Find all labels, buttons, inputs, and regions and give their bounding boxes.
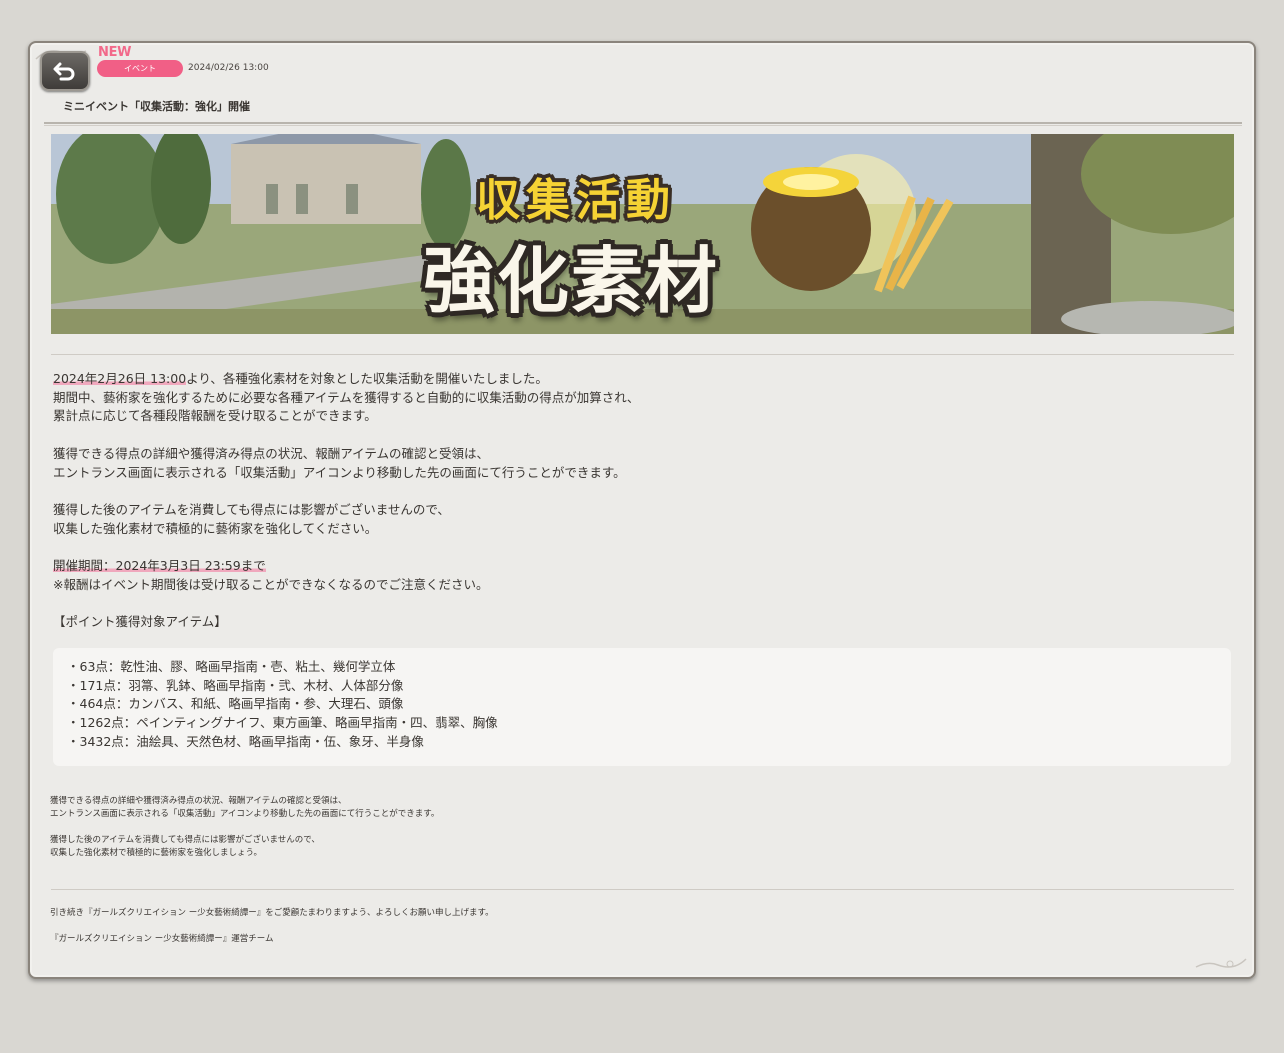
body-text: より、各種強化素材を対象とした収集活動を開催いたしました。 [186,371,548,386]
event-banner: 収集活動 強化素材 [51,134,1234,334]
supplementary-text: 獲得できる得点の詳細や獲得済み得点の状況、報酬アイテムの確認と受領は、 エントラ… [50,795,439,860]
notice-body: 2024年2月26日 13:00より、各種強化素材を対象とした収集活動を開催いた… [53,370,1223,632]
small-text-line: エントランス画面に表示される「収集活動」アイコンより移動した先の画面にて行うこと… [50,809,440,819]
body-text: 獲得できる得点の詳細や獲得済み得点の状況、報酬アイテムの確認と受領は、 [53,445,490,461]
body-text: 収集した強化素材で積極的に藝術家を強化してください。 [53,520,378,536]
body-text: エントランス画面に表示される「収集活動」アイコンより移動した先の画面にて行うこと… [53,464,626,480]
period-note: ※報酬はイベント期間後は受け取ることができなくなるのでご注意ください。 [53,576,489,592]
new-badge: NEW [98,45,132,60]
list-item: ・464点：カンバス、和紙、略画早指南・参、大理石、頭像 [67,696,404,712]
title-divider [44,122,1242,126]
body-text: 期間中、藝術家を強化するために必要な各種アイテムを獲得すると自動的に収集活動の得… [53,389,640,405]
closing-message: 引き続き『ガールズクリエイション ー少女藝術綺譚ー』をご愛顧たまわりますよう、よ… [50,908,494,918]
items-heading: 【ポイント獲得対象アイテム】 [53,614,227,630]
list-item: ・63点：乾性油、膠、略画早指南・壱、粘土、幾何学立体 [67,659,396,674]
list-item: ・3432点：油絵具、天然色材、略画早指南・伍、象牙、半身像 [67,733,424,749]
team-signature: 『ガールズクリエイション ー少女藝術綺譚ー』運営チーム [50,934,274,944]
back-button[interactable] [40,51,90,91]
start-date-highlight: 2024年2月26日 13:00 [53,371,187,386]
divider [51,354,1234,355]
body-text: 獲得した後のアイテムを消費しても得点には影響がございませんので、 [53,501,450,517]
divider [51,889,1234,890]
notice-panel: NEW イベント 2024/02/26 13:00 ミニイベント「収集活動：強化… [28,41,1256,979]
closing-text: 引き続き『ガールズクリエイション ー少女藝術綺譚ー』をご愛顧たまわりますよう、よ… [50,907,494,946]
list-item: ・171点：羽箒、乳鉢、略画早指南・弐、木材、人体部分像 [67,677,404,693]
corner-ornament [1195,958,1247,968]
period-highlight: 開催期間：2024年3月3日 23:59まで [53,557,266,573]
body-text: 累計点に応じて各種段階報酬を受け取ることができます。 [53,408,377,424]
banner-heading: 収集活動 [476,175,676,226]
back-arrow-icon [53,62,75,81]
notice-title: ミニイベント「収集活動：強化」開催 [63,100,250,113]
list-item: ・1262点：ペインティングナイフ、東方画筆、略画早指南・四、翡翠、胸像 [67,715,498,731]
post-date: 2024/02/26 13:00 [188,63,269,73]
small-text-line: 収集した強化素材で積極的に藝術家を強化しましょう。 [50,848,262,858]
category-badge: イベント [97,60,183,77]
small-text-line: 獲得できる得点の詳細や獲得済み得点の状況、報酬アイテムの確認と受領は、 [50,796,347,806]
item-list-box: ・63点：乾性油、膠、略画早指南・壱、粘土、幾何学立体 ・171点：羽箒、乳鉢、… [53,648,1231,766]
small-text-line: 獲得した後のアイテムを消費しても得点には影響がございませんので、 [50,835,320,845]
banner-subheading: 強化素材 [423,239,720,323]
